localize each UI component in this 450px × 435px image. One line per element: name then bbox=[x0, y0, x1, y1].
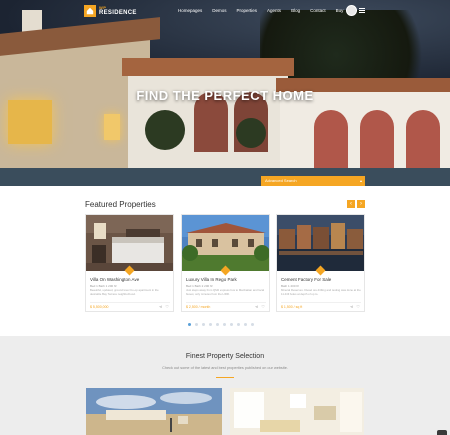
advanced-search-button[interactable]: Advanced Search ▴ bbox=[261, 176, 365, 186]
carousel-dot[interactable] bbox=[230, 323, 233, 326]
carousel-next-button[interactable]: › bbox=[357, 200, 365, 208]
property-price: $ 5,500,000 bbox=[90, 305, 109, 309]
hero-title: FIND THE PERFECT HOME bbox=[136, 88, 314, 103]
property-card[interactable]: Luxury Villa In Rego Park Bed 1 Bath 2 2… bbox=[181, 214, 270, 312]
hamburger-menu-icon[interactable] bbox=[359, 8, 365, 13]
nav-homepages[interactable]: Homepages bbox=[178, 8, 202, 13]
featured-title: Featured Properties bbox=[85, 200, 156, 209]
carousel-dot[interactable] bbox=[195, 323, 198, 326]
advanced-search-label: Advanced Search bbox=[265, 178, 297, 183]
heart-icon[interactable]: ♡ bbox=[165, 304, 169, 309]
finest-subtitle: Check out some of the latest and best pr… bbox=[162, 366, 288, 370]
property-image[interactable] bbox=[86, 215, 173, 271]
hero-pool bbox=[0, 168, 450, 186]
property-image[interactable] bbox=[230, 388, 364, 435]
house-icon bbox=[84, 5, 96, 17]
carousel-dot[interactable] bbox=[244, 323, 247, 326]
title-underline bbox=[216, 377, 234, 378]
property-description: Mineral Reserves. Diesel ore drilling an… bbox=[281, 288, 361, 296]
property-card[interactable]: Cement Factory For Sale Bath 1 200 ft² M… bbox=[276, 214, 365, 312]
carousel-arrows: ‹ › bbox=[347, 200, 365, 208]
property-name[interactable]: Villa On Washington Ave bbox=[90, 277, 139, 282]
user-avatar[interactable] bbox=[346, 5, 357, 16]
carousel-dot[interactable] bbox=[209, 323, 212, 326]
property-name[interactable]: Cement Factory For Sale bbox=[281, 277, 331, 282]
main-menu: Homepages Demos Properties Agents Blog C… bbox=[178, 8, 343, 13]
logo-line-2: RESIDENCE bbox=[99, 10, 137, 16]
property-image[interactable] bbox=[182, 215, 269, 271]
chevron-up-icon: ▴ bbox=[359, 178, 362, 183]
carousel-dot[interactable] bbox=[216, 323, 219, 326]
heart-icon[interactable]: ♡ bbox=[261, 304, 265, 309]
property-price: $ 1,500 / sq ft bbox=[281, 305, 303, 309]
carousel-pagination bbox=[188, 323, 254, 326]
carousel-prev-button[interactable]: ‹ bbox=[347, 200, 355, 208]
share-icon[interactable]: ⋖ bbox=[350, 304, 353, 309]
finest-title: Finest Property Selection bbox=[185, 353, 265, 360]
carousel-dot[interactable] bbox=[251, 323, 254, 326]
carousel-dot[interactable] bbox=[223, 323, 226, 326]
site-logo[interactable]: WP RESIDENCE bbox=[84, 4, 137, 18]
nav-blog[interactable]: Blog bbox=[291, 8, 300, 13]
share-icon[interactable]: ⋖ bbox=[255, 304, 258, 309]
property-description: Beautiful, updated, ground level Co-op a… bbox=[90, 288, 159, 296]
nav-buy[interactable]: Buy bbox=[336, 8, 344, 13]
heart-icon[interactable]: ♡ bbox=[356, 304, 360, 309]
nav-demos[interactable]: Demos bbox=[212, 8, 226, 13]
nav-agents[interactable]: Agents bbox=[267, 8, 281, 13]
property-price: $ 2,500 / month bbox=[186, 305, 211, 309]
nav-properties[interactable]: Properties bbox=[237, 8, 258, 13]
property-image[interactable] bbox=[277, 215, 364, 271]
carousel-dot[interactable] bbox=[188, 323, 191, 326]
share-icon[interactable]: ⋖ bbox=[159, 304, 162, 309]
featured-carousel: Villa On Washington Ave Bed 1 Bath 1 200… bbox=[85, 214, 365, 312]
property-card[interactable]: Villa On Washington Ave Bed 1 Bath 1 200… bbox=[85, 214, 174, 312]
finest-selection-section: Finest Property Selection Check out some… bbox=[0, 336, 450, 435]
property-image[interactable] bbox=[86, 388, 222, 435]
carousel-dot[interactable] bbox=[237, 323, 240, 326]
top-navigation: WP RESIDENCE Homepages Demos Properties … bbox=[0, 0, 450, 22]
property-description: Just steps away from QM2 express bus to … bbox=[186, 288, 265, 296]
nav-contact[interactable]: Contact bbox=[310, 8, 326, 13]
hero-banner: WP RESIDENCE Homepages Demos Properties … bbox=[0, 0, 450, 186]
scroll-to-top-button[interactable] bbox=[437, 430, 447, 435]
property-name[interactable]: Luxury Villa In Rego Park bbox=[186, 277, 237, 282]
carousel-dot[interactable] bbox=[202, 323, 205, 326]
